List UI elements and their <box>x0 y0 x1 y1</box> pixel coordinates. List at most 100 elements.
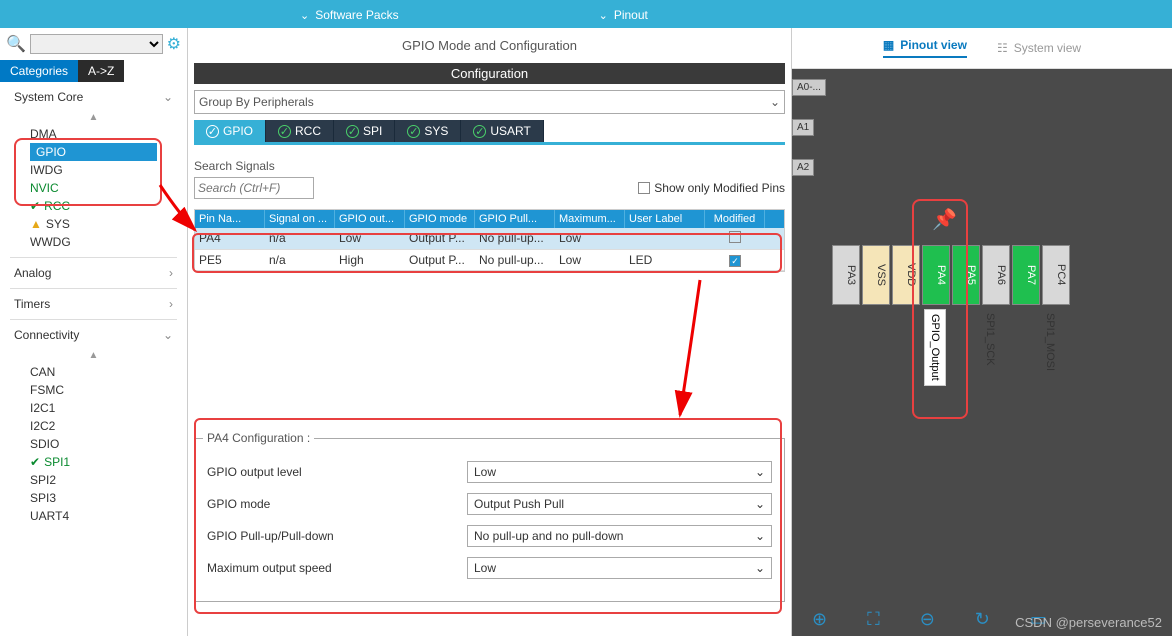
col-pull[interactable]: GPIO Pull... <box>475 210 555 228</box>
scroll-up-icon[interactable]: ▲ <box>0 112 187 123</box>
sidebar-item-gpio[interactable]: GPIO <box>30 143 157 161</box>
sidebar: 🔍 ⚙ Categories A->Z System Core⌄ ▲ DMA G… <box>0 28 188 636</box>
check-icon: ✔ <box>30 455 40 469</box>
sidebar-item-nvic[interactable]: NVIC <box>0 179 187 197</box>
chip-canvas[interactable]: A0-... A1 A2 PA3 VSS VDD PA4 PA5 PA6 PA7… <box>792 69 1172 636</box>
cfg-speed-select[interactable]: Low⌄ <box>467 557 772 579</box>
pin-pa4[interactable]: PA4 <box>922 245 950 305</box>
menu-software-packs[interactable]: ⌄Software Packs <box>300 6 399 22</box>
fit-icon[interactable]: ⛶ <box>867 609 880 630</box>
sidebar-item-spi1[interactable]: ✔SPI1 <box>0 453 187 471</box>
pushpin-icon: 📌 <box>932 207 957 232</box>
pin-pa7[interactable]: PA7 <box>1012 245 1040 305</box>
sidebar-item-can[interactable]: CAN <box>0 363 187 381</box>
section-analog[interactable]: Analog› <box>0 258 187 288</box>
side-pin-a1[interactable]: A1 <box>792 119 814 136</box>
chevron-down-icon: ⌄ <box>755 529 765 543</box>
checkbox-icon[interactable] <box>729 231 741 243</box>
cfg-output-level-select[interactable]: Low⌄ <box>467 461 772 483</box>
chevron-down-icon: ⌄ <box>599 10 608 22</box>
chip-icon: ▦ <box>883 38 894 52</box>
chevron-down-icon: ⌄ <box>755 497 765 511</box>
section-system-core[interactable]: System Core⌄ <box>0 82 187 112</box>
col-label[interactable]: User Label <box>625 210 705 228</box>
sidebar-item-rcc[interactable]: ✔RCC <box>0 197 187 215</box>
pin-pa6[interactable]: PA6 <box>982 245 1010 305</box>
tab-sys[interactable]: ✓SYS <box>395 120 461 142</box>
peripheral-tabs: ✓GPIO ✓RCC ✓SPI ✓SYS ✓USART <box>194 120 785 145</box>
check-icon: ✓ <box>473 125 486 138</box>
chevron-down-icon: ⌄ <box>755 465 765 479</box>
col-pin[interactable]: Pin Na... <box>195 210 265 228</box>
col-signal[interactable]: Signal on ... <box>265 210 335 228</box>
configuration-header: Configuration <box>194 63 785 84</box>
sidebar-item-wwdg[interactable]: WWDG <box>0 233 187 251</box>
tab-system-view[interactable]: ☷System view <box>997 38 1081 58</box>
sidebar-item-fsmc[interactable]: FSMC <box>0 381 187 399</box>
sidebar-item-i2c2[interactable]: I2C2 <box>0 417 187 435</box>
col-mode[interactable]: GPIO mode <box>405 210 475 228</box>
settings-gear-icon[interactable]: ⚙ <box>167 34 181 54</box>
group-by-dropdown[interactable]: Group By Peripherals⌄ <box>194 90 785 114</box>
pin-vss[interactable]: VSS <box>862 245 890 305</box>
chevron-down-icon: ⌄ <box>163 328 173 342</box>
pin-vdd[interactable]: VDD <box>892 245 920 305</box>
connectivity-items: CAN FSMC I2C1 I2C2 SDIO ✔SPI1 SPI2 SPI3 … <box>0 361 187 531</box>
table-row-pa4[interactable]: PA4 n/a Low Output P... No pull-up... Lo… <box>195 228 784 250</box>
cfg-pull-select[interactable]: No pull-up and no pull-down⌄ <box>467 525 772 547</box>
search-signals-label: Search Signals <box>194 159 785 173</box>
tab-usart[interactable]: ✓USART <box>461 120 543 142</box>
search-dropdown[interactable] <box>30 34 163 54</box>
sidebar-item-sys[interactable]: ▲SYS <box>0 215 187 233</box>
col-out[interactable]: GPIO out... <box>335 210 405 228</box>
zoom-out-icon[interactable]: ⊖ <box>920 609 935 630</box>
zoom-in-icon[interactable]: ⊕ <box>812 609 827 630</box>
col-speed[interactable]: Maximum... <box>555 210 625 228</box>
cfg-mode-select[interactable]: Output Push Pull⌄ <box>467 493 772 515</box>
sidebar-item-i2c1[interactable]: I2C1 <box>0 399 187 417</box>
side-pin-a2[interactable]: A2 <box>792 159 814 176</box>
checkbox-icon <box>638 182 650 194</box>
pin-pa3[interactable]: PA3 <box>832 245 860 305</box>
tab-categories[interactable]: Categories <box>0 60 78 82</box>
sidebar-item-spi2[interactable]: SPI2 <box>0 471 187 489</box>
tab-az[interactable]: A->Z <box>78 60 124 82</box>
section-timers[interactable]: Timers› <box>0 289 187 319</box>
section-connectivity[interactable]: Connectivity⌄ <box>0 320 187 350</box>
tab-pinout-view[interactable]: ▦Pinout view <box>883 38 967 58</box>
warn-icon: ▲ <box>30 217 42 231</box>
rotate-icon[interactable]: ↻ <box>975 609 990 630</box>
pa4-config-panel: PA4 Configuration : GPIO output levelLow… <box>194 438 785 602</box>
side-pin-a0[interactable]: A0-... <box>792 79 826 96</box>
sidebar-item-dma[interactable]: DMA <box>0 125 187 143</box>
check-icon: ✔ <box>30 199 40 213</box>
watermark: CSDN @perseverance52 <box>1015 615 1162 630</box>
pin-label-pa4: GPIO_Output <box>924 309 946 386</box>
tab-gpio[interactable]: ✓GPIO <box>194 120 266 142</box>
system-core-items: DMA GPIO IWDG NVIC ✔RCC ▲SYS WWDG <box>0 123 187 257</box>
tab-rcc[interactable]: ✓RCC <box>266 120 334 142</box>
menu-pinout[interactable]: ⌄Pinout <box>599 6 648 22</box>
checkbox-checked-icon[interactable]: ✓ <box>729 255 741 267</box>
scroll-up-icon[interactable]: ▲ <box>0 350 187 361</box>
chevron-right-icon: › <box>169 297 173 311</box>
pin-label-pa5: SPI1_SCK <box>980 309 1000 370</box>
check-icon: ✓ <box>278 125 291 138</box>
pin-pc4[interactable]: PC4 <box>1042 245 1070 305</box>
search-icon[interactable]: 🔍 <box>6 34 26 54</box>
tab-spi[interactable]: ✓SPI <box>334 120 395 142</box>
col-modified[interactable]: Modified <box>705 210 765 228</box>
sidebar-item-sdio[interactable]: SDIO <box>0 435 187 453</box>
cfg-output-level-label: GPIO output level <box>207 465 467 479</box>
pin-pa5[interactable]: PA5 <box>952 245 980 305</box>
sidebar-item-spi3[interactable]: SPI3 <box>0 489 187 507</box>
check-icon: ✓ <box>346 125 359 138</box>
table-row-pe5[interactable]: PE5 n/a High Output P... No pull-up... L… <box>195 250 784 271</box>
sidebar-item-uart4[interactable]: UART4 <box>0 507 187 525</box>
check-icon: ✓ <box>407 125 420 138</box>
search-signals-input[interactable] <box>194 177 314 199</box>
sidebar-item-iwdg[interactable]: IWDG <box>0 161 187 179</box>
show-modified-checkbox[interactable]: Show only Modified Pins <box>638 181 785 195</box>
cfg-pull-label: GPIO Pull-up/Pull-down <box>207 529 467 543</box>
table-header: Pin Na... Signal on ... GPIO out... GPIO… <box>195 210 784 228</box>
